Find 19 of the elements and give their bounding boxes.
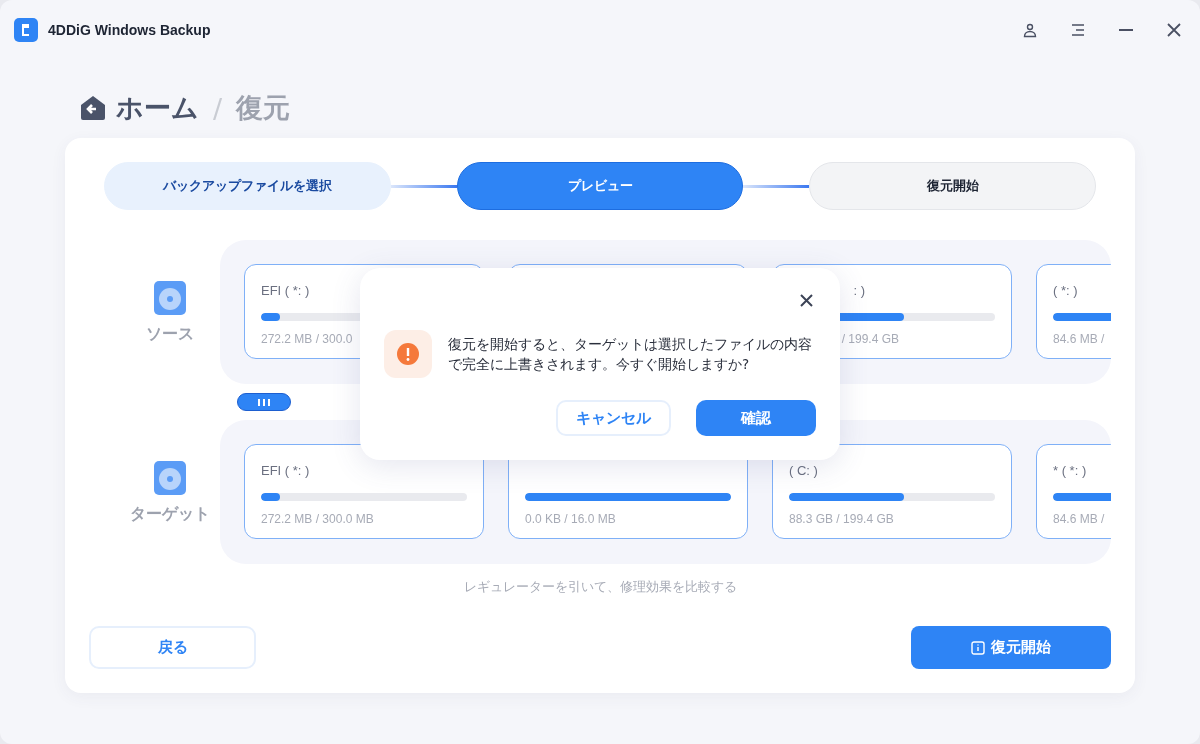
app-title: 4DDiG Windows Backup (48, 22, 211, 38)
disk-usage: 272.2 MB / 300.0 MB (261, 512, 374, 526)
disk-name: EFI ( *: ) (261, 283, 310, 300)
disk-name: EFI ( *: ) (261, 463, 310, 480)
hint-text: レギュレーターを引いて、修理効果を比較する (463, 578, 737, 596)
disk-usage: 272.2 MB / 300.0 (261, 332, 353, 346)
disk-usage: 84.6 MB / (1053, 332, 1105, 346)
row-label: ソース (145, 323, 194, 345)
breadcrumb-current: 復元 (236, 91, 291, 125)
disk-usage: / 199.4 GB (841, 332, 899, 346)
disk-name: ( *: ) (1053, 283, 1078, 300)
disk-name: * ( *: ) (1053, 463, 1087, 480)
disk-usage: 88.3 GB / 199.4 GB (789, 512, 894, 526)
breadcrumb-separator: / (212, 92, 224, 124)
disk-usage: 84.6 MB / (1053, 512, 1105, 526)
disk-usage: 0.0 KB / 16.0 MB (525, 512, 616, 526)
disk-name: : ) (853, 283, 865, 300)
disk-name: ( C: ) (789, 463, 818, 480)
row-label: ターゲット (129, 503, 210, 525)
